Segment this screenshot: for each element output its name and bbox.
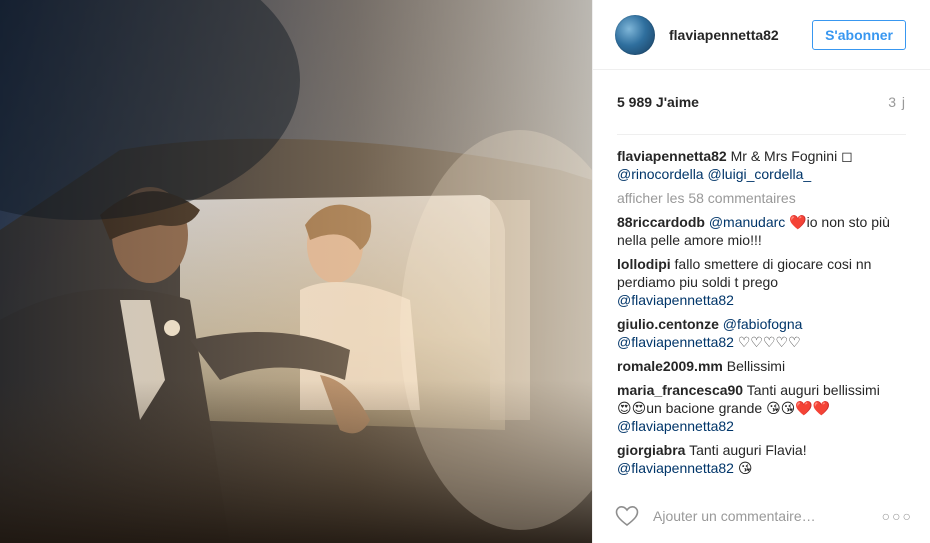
list-item: giulio.centonze @fabiofogna @flaviapenne… [617, 315, 906, 351]
comment-text: Tanti auguri bellissimi [746, 382, 880, 398]
comment-text: Tanti auguri Flavia! [689, 442, 807, 458]
likes-row: 5 989 J'aime 3 j [617, 70, 906, 135]
comment-text: Bellissimi [726, 358, 786, 374]
mention-link[interactable]: @flaviapennetta82 [617, 460, 734, 476]
comment-username[interactable]: romale2009.mm [617, 358, 723, 374]
mention-link[interactable]: @luigi_cordella_ [707, 166, 811, 182]
post-sidebar: flaviapennetta82 S'abonner 5 989 J'aime … [592, 0, 930, 543]
comment-text: 😍😍un bacione grande 😘😘❤️❤️ [617, 400, 831, 416]
list-item: 88riccardodb @manudarc ❤️io non sto più … [617, 213, 906, 249]
list-item: lollodipi fallo smettere di giocare cosi… [617, 255, 906, 309]
comment-username[interactable]: giulio.centonze [617, 316, 719, 332]
comment-username[interactable]: maria_francesca90 [617, 382, 743, 398]
caption-text: Mr & Mrs Fognini ◻ [730, 148, 853, 164]
comment-username[interactable]: 88riccardodb [617, 214, 705, 230]
comment-text: ♡♡♡♡♡ [737, 334, 801, 350]
comment-composer: ○○○ [593, 489, 930, 543]
more-options-icon[interactable]: ○○○ [882, 508, 913, 524]
post-photo[interactable] [0, 0, 592, 543]
photo-illustration [0, 0, 592, 543]
mention-link[interactable]: @flaviapennetta82 [617, 418, 734, 434]
list-item: maria_francesca90 Tanti auguri bellissim… [617, 381, 906, 435]
follow-button[interactable]: S'abonner [812, 19, 906, 50]
comment-username[interactable]: giorgiabra [617, 442, 685, 458]
mention-link[interactable]: @flaviapennetta82 [617, 334, 734, 350]
heart-icon[interactable] [615, 505, 639, 527]
mention-link[interactable]: @fabiofogna [723, 316, 803, 332]
instagram-post: flaviapennetta82 S'abonner 5 989 J'aime … [0, 0, 930, 543]
comment-input[interactable] [651, 507, 882, 525]
comments-list: flaviapennetta82 Mr & Mrs Fognini ◻ @rin… [593, 135, 930, 477]
post-header: flaviapennetta82 S'abonner [593, 0, 930, 70]
comment-username[interactable]: lollodipi [617, 256, 671, 272]
author-username[interactable]: flaviapennetta82 [669, 27, 812, 43]
mention-link[interactable]: @manudarc [709, 214, 785, 230]
comment-text: 😘 [737, 460, 753, 476]
list-item: romale2009.mm Bellissimi [617, 357, 906, 375]
caption-username[interactable]: flaviapennetta82 [617, 148, 727, 164]
avatar[interactable] [615, 14, 655, 55]
mention-link[interactable]: @flaviapennetta82 [617, 292, 734, 308]
post-age[interactable]: 3 j [888, 94, 906, 110]
view-all-comments-link[interactable]: afficher les 58 commentaires [617, 189, 906, 207]
likes-count[interactable]: 5 989 J'aime [617, 94, 699, 110]
caption: flaviapennetta82 Mr & Mrs Fognini ◻ @rin… [617, 147, 906, 183]
mention-link[interactable]: @rinocordella [617, 166, 704, 182]
list-item: giorgiabra Tanti auguri Flavia! @flaviap… [617, 441, 906, 477]
